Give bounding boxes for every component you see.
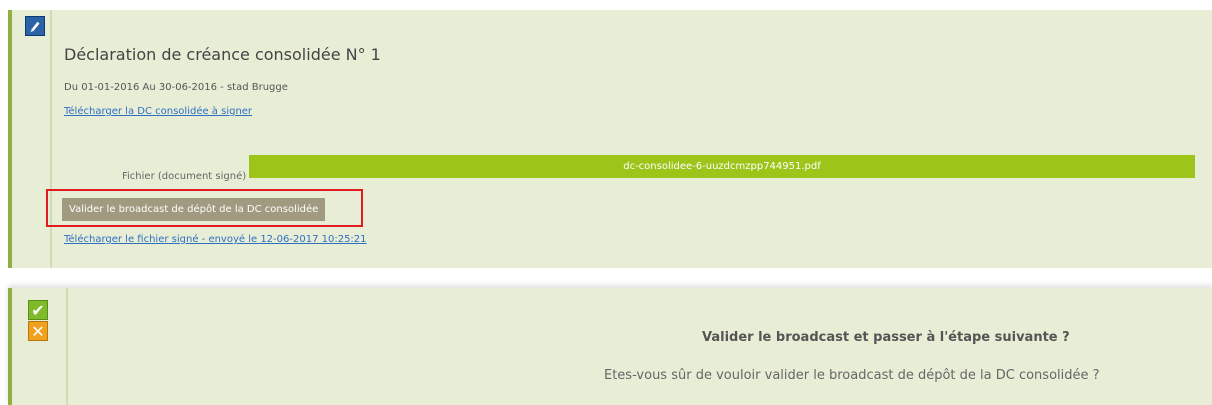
pencil-icon xyxy=(30,21,40,32)
checkmark-icon: ✔ xyxy=(31,300,45,320)
panel-rail xyxy=(50,10,52,268)
claim-title: Déclaration de créance consolidée N° 1 xyxy=(64,45,381,64)
signed-file-field[interactable]: dc-consolidee-6-uuzdcmzpp744951.pdf xyxy=(249,155,1195,178)
download-signed-link[interactable]: Télécharger le fichier signé - envoyé le… xyxy=(64,234,367,245)
download-unsigned-link[interactable]: Télécharger la DC consolidée à signer xyxy=(64,106,252,117)
file-label: Fichier (document signé) xyxy=(122,171,247,182)
confirm-button[interactable]: ✔ xyxy=(28,300,48,320)
claim-panel: Déclaration de créance consolidée N° 1 D… xyxy=(8,10,1212,268)
edit-button[interactable] xyxy=(25,16,45,36)
cross-icon: ✕ xyxy=(31,321,45,341)
confirm-message: Etes-vous sûr de vouloir valider le broa… xyxy=(604,368,1100,383)
validate-broadcast-button[interactable]: Valider le broadcast de dépôt de la DC c… xyxy=(62,198,326,221)
confirm-question: Valider le broadcast et passer à l'étape… xyxy=(702,330,1070,345)
claim-period: Du 01-01-2016 Au 30-06-2016 - stad Brugg… xyxy=(64,82,288,93)
confirm-panel: ✔ ✕ Valider le broadcast et passer à l'é… xyxy=(8,288,1212,405)
cancel-button[interactable]: ✕ xyxy=(28,321,48,341)
panel-rail xyxy=(66,288,68,405)
